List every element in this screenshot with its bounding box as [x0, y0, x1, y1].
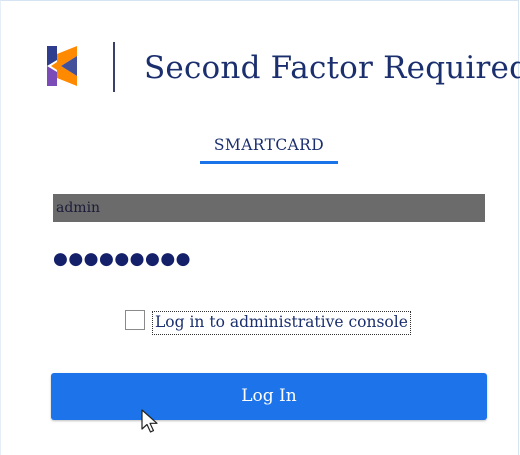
stacked-chevron-logo-icon [47, 46, 77, 86]
admin-console-label[interactable]: Log in to administrative console [152, 311, 411, 335]
admin-console-checkbox[interactable] [125, 310, 145, 330]
mouse-pointer-icon [141, 409, 158, 433]
header-divider [113, 42, 115, 92]
username-input[interactable] [53, 194, 485, 222]
active-tab-indicator [200, 161, 338, 164]
tab-smartcard[interactable]: SMARTCARD [200, 134, 338, 156]
page-title: Second Factor Required [144, 50, 520, 86]
password-input[interactable]: ●●●●●●●●● [53, 246, 485, 272]
login-panel: Second Factor Required SMARTCARD ●●●●●●●… [0, 0, 520, 455]
log-in-button[interactable]: Log In [51, 373, 487, 420]
